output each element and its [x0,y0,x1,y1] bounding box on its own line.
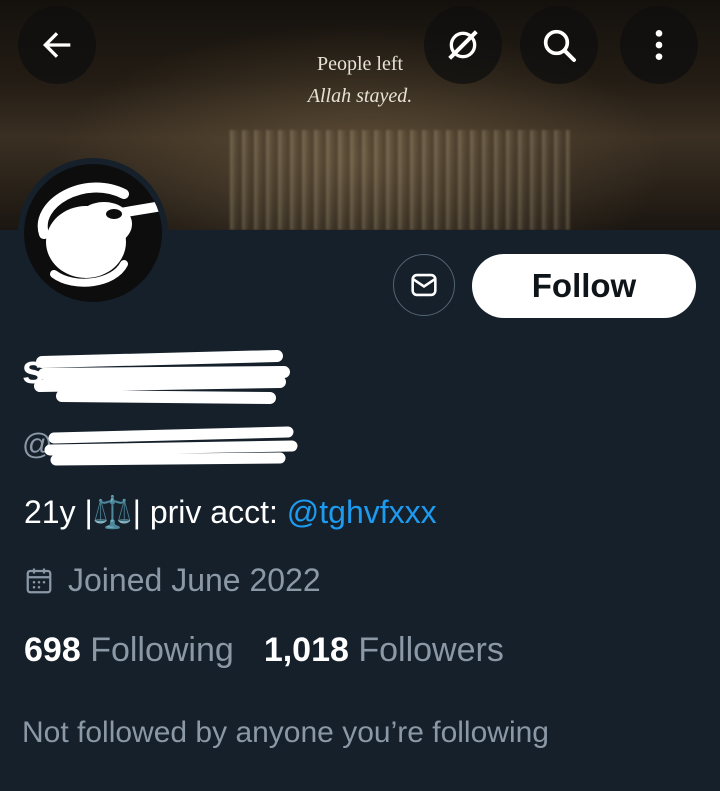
followers-count: 1,018 [263,631,349,669]
bio-mention-link[interactable]: @tghvfxxx [287,494,437,530]
bio: 21y |⚖️| priv acct: @tghvfxxx [24,493,437,531]
avatar[interactable] [18,158,168,308]
handle-redaction-scribble [44,426,298,466]
envelope-icon [411,273,437,297]
more-vertical-icon [655,30,663,60]
grok-button[interactable] [424,6,502,84]
follow-button[interactable]: Follow [472,254,696,318]
back-button[interactable] [18,6,96,84]
banner-line-2: Allah stayed. [307,85,413,107]
avatar-image [24,164,162,302]
followers-link[interactable]: 1,018 Followers [264,631,504,669]
waterfall-image [230,130,570,230]
bio-text: 21y |⚖️| priv acct: [24,494,287,530]
following-count: 698 [24,631,81,669]
arrow-left-icon [43,32,71,58]
message-button[interactable] [393,254,455,316]
search-icon [543,29,576,62]
search-button[interactable] [520,6,598,84]
join-date-text: Joined June 2022 [68,562,321,598]
join-date: Joined June 2022 [24,562,321,599]
calendar-icon [26,568,52,593]
more-button[interactable] [620,6,698,84]
following-link[interactable]: 698 Following [24,631,234,669]
banner-line-1: People left [316,53,404,75]
followers-label: Followers [358,631,504,669]
avatar-redaction-scribble [37,182,162,287]
followers-you-know: Not followed by anyone you’re following [22,716,549,749]
follow-stats: 698 Following 1,018 Followers [24,631,504,670]
name-redaction-scribble [34,350,290,404]
grok-icon [448,30,478,60]
following-label: Following [90,631,234,669]
banner-quote: People left Allah stayed. [290,48,430,112]
